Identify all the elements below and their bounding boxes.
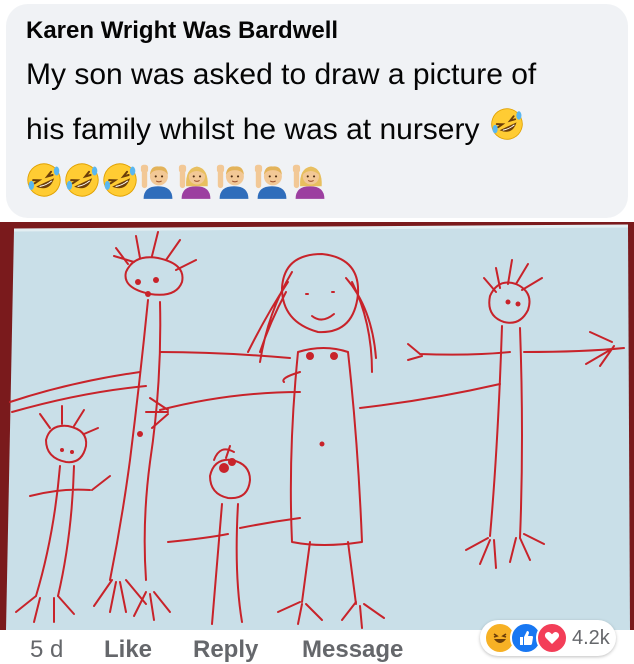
message-button[interactable]: Message <box>302 636 403 664</box>
comment-text-line-2-text: his family whilst he was at nursery <box>26 112 480 146</box>
love-reaction-icon <box>536 622 568 654</box>
woman-raising-hand-icon <box>292 161 328 204</box>
like-button[interactable]: Like <box>104 636 152 664</box>
rofl-emoji-icon <box>26 162 62 203</box>
reaction-count: 4.2k <box>572 626 610 649</box>
comment-text-line-2: his family whilst he was at nursery <box>26 107 524 152</box>
rofl-emoji-icon <box>102 162 138 203</box>
comment-timestamp[interactable]: 5 d <box>30 636 63 664</box>
man-raising-hand-icon <box>254 161 290 204</box>
comment-text-line-1: My son was asked to draw a picture of <box>26 58 537 91</box>
attached-photo[interactable] <box>0 222 634 630</box>
woman-raising-hand-icon <box>178 161 214 204</box>
comment-author-name[interactable]: Karen Wright Was Bardwell <box>26 17 338 45</box>
emoji-row <box>26 162 328 202</box>
reply-button[interactable]: Reply <box>193 636 258 664</box>
reactions-summary[interactable]: 4.2k <box>480 620 616 656</box>
rofl-emoji-icon <box>490 107 524 149</box>
man-raising-hand-icon <box>216 161 252 204</box>
man-raising-hand-icon <box>140 161 176 204</box>
rofl-emoji-icon <box>64 162 100 203</box>
childs-drawing-image <box>0 222 634 630</box>
